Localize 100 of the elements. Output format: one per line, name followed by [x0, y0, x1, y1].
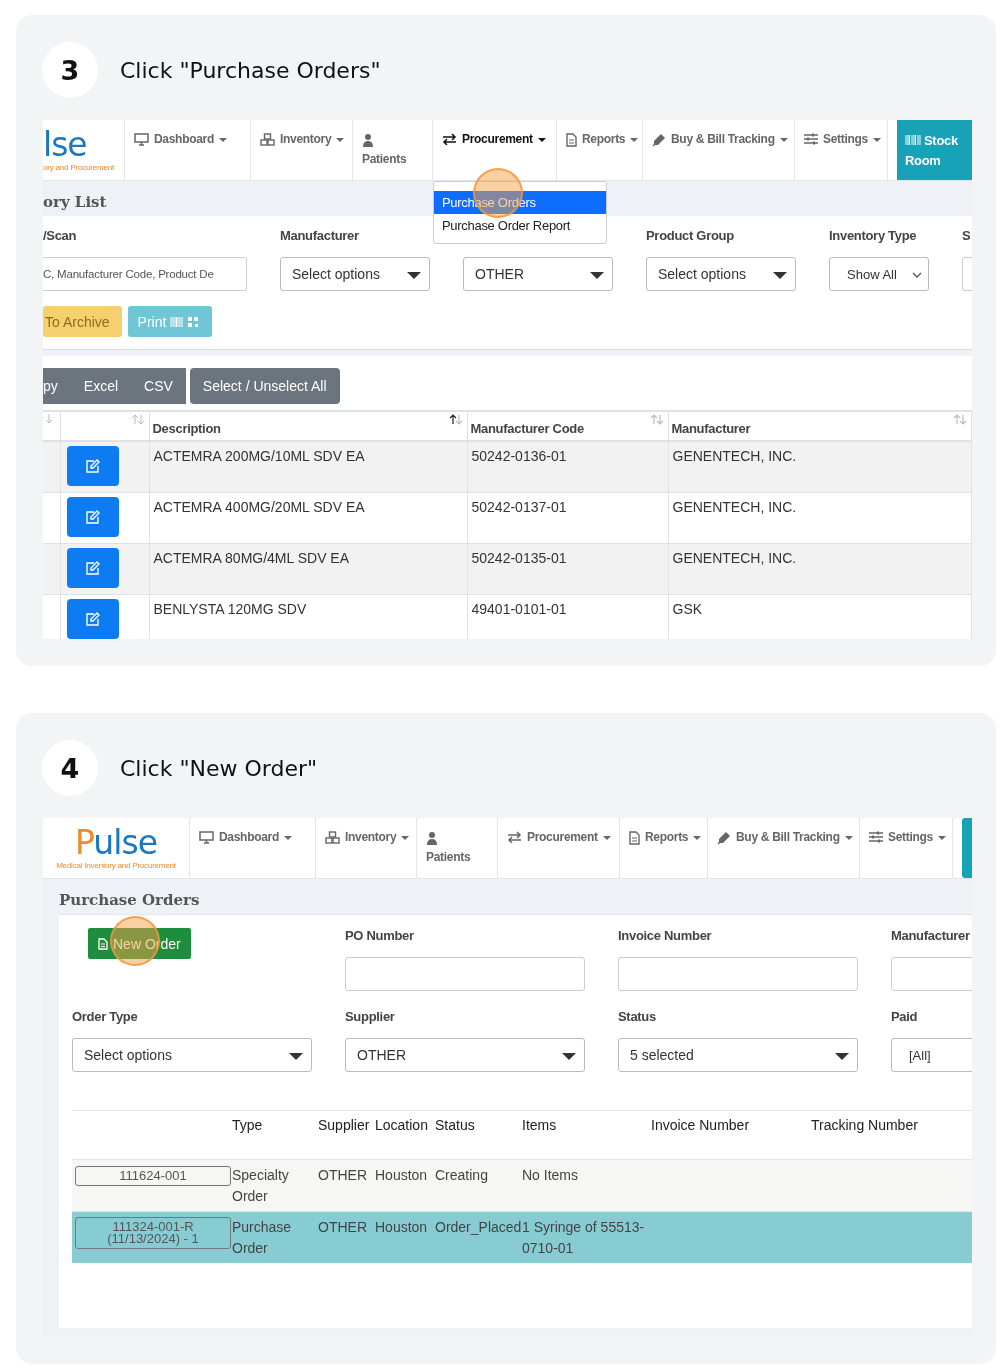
- nav-item[interactable]: Settings: [804, 132, 881, 146]
- table-row[interactable]: 111324-001-R (11/13/2024) - 1 Purchase Order OTHER Houston Order_Placed1 Syringe of 55513-0710-01: [72, 1211, 972, 1263]
- filter-label: Status: [618, 1009, 657, 1026]
- syringe-icon: [652, 133, 666, 147]
- sliders-icon: [804, 133, 818, 145]
- caret-icon: [693, 836, 702, 840]
- table-cell: ACTEMRA 80MG/4ML SDV EA: [153, 550, 350, 566]
- caret-icon: [630, 138, 639, 142]
- filter-label: PO Number: [345, 928, 415, 945]
- caret-icon: [336, 138, 345, 142]
- edit-button[interactable]: [66, 446, 119, 486]
- table-cell-text: Houston: [375, 1218, 429, 1237]
- input-field[interactable]: [618, 957, 858, 991]
- nav-item[interactable]: Patients: [362, 132, 407, 166]
- table-cell: 50242-0137-01: [471, 499, 567, 515]
- nav-item[interactable]: Patients: [426, 830, 471, 864]
- table-cell-text: No Items: [522, 1166, 579, 1185]
- caret-icon: [937, 836, 946, 840]
- sort-icon[interactable]: [448, 414, 463, 425]
- select-field[interactable]: 5 selected: [618, 1038, 858, 1072]
- caret-icon: [537, 138, 546, 142]
- nav-item[interactable]: Procurement: [507, 830, 611, 844]
- stock-room-button[interactable]: [962, 818, 972, 878]
- caret-icon: [872, 138, 881, 142]
- table-cell-text: Specialty Order: [232, 1166, 290, 1206]
- column-header[interactable]: Invoice Number: [651, 1117, 750, 1133]
- column-header[interactable]: Description: [152, 421, 221, 440]
- document-icon: [98, 937, 108, 950]
- nav-item[interactable]: Settings: [869, 830, 946, 844]
- column-header[interactable]: Items: [522, 1117, 557, 1133]
- logo[interactable]: Pulse: [75, 826, 157, 859]
- po-number-button[interactable]: 111324-001-R (11/13/2024) - 1: [75, 1217, 231, 1249]
- stock-room-button[interactable]: Stock Room: [897, 120, 972, 180]
- select-field[interactable]: OTHER: [345, 1038, 585, 1072]
- input-field[interactable]: [345, 957, 585, 991]
- nav-item[interactable]: Dashboard: [134, 132, 227, 146]
- sliders-icon: [869, 831, 883, 843]
- edit-button[interactable]: [66, 599, 119, 639]
- select-field[interactable]: Show All: [829, 257, 929, 291]
- menu-item[interactable]: Purchase Order Report: [434, 214, 606, 237]
- nav-item[interactable]: Buy & Bill Tracking: [652, 132, 788, 147]
- edit-button[interactable]: [66, 497, 119, 537]
- edit-button[interactable]: [66, 548, 119, 588]
- logo[interactable]: lse: [43, 128, 124, 161]
- column-header[interactable]: Supplier: [318, 1117, 370, 1133]
- table-cell-text: 1 Syringe of 55513-0710-01: [522, 1218, 646, 1258]
- table-cell-text: Purchase Order: [232, 1218, 293, 1258]
- table-cell: ACTEMRA 200MG/10ML SDV EA: [153, 448, 365, 464]
- edit-icon: [84, 611, 101, 627]
- caret-icon: [401, 836, 410, 840]
- monitor-icon: [199, 831, 214, 844]
- table-cell: GENENTECH, INC.: [672, 448, 797, 464]
- caret-icon: [219, 138, 227, 142]
- select-all-button[interactable]: Select / Unselect All: [189, 368, 340, 404]
- table-cell: 49401-0101-01: [471, 601, 567, 617]
- nav-item[interactable]: Reports: [566, 132, 639, 147]
- person-icon: [362, 133, 374, 148]
- column-header[interactable]: Type: [232, 1117, 263, 1133]
- po-number-button[interactable]: 111624-001: [75, 1166, 231, 1186]
- document-icon: [629, 831, 640, 845]
- column-header[interactable]: Manufacturer: [671, 421, 751, 440]
- select-field[interactable]: Select options: [646, 257, 796, 291]
- column-header[interactable]: Status: [435, 1117, 475, 1133]
- select-field[interactable]: Select options: [280, 257, 430, 291]
- table-cell: 50242-0136-01: [471, 448, 567, 464]
- table-cell: ACTEMRA 400MG/20ML SDV EA: [153, 499, 365, 515]
- table-cell: GSK: [672, 601, 703, 617]
- filter-label: Manufacturer: [280, 228, 360, 245]
- step-title: Click "New Order": [120, 755, 318, 781]
- nav-item[interactable]: Reports: [629, 830, 702, 845]
- caret-icon: [284, 836, 292, 840]
- nav-item[interactable]: Inventory: [325, 830, 410, 844]
- search-field[interactable]: C, Manufacturer Code, Product De: [43, 257, 247, 291]
- table-cell-text: OTHER: [318, 1166, 368, 1185]
- barcode-icon: [170, 315, 201, 328]
- nav-item[interactable]: Buy & Bill Tracking: [717, 830, 853, 845]
- table-cell: BENLYSTA 120MG SDV: [153, 601, 307, 617]
- column-header[interactable]: Location: [375, 1117, 428, 1133]
- edit-icon: [84, 509, 101, 525]
- barcode-icon: [905, 135, 921, 145]
- logo-tagline: ory and Procurement: [43, 163, 115, 172]
- cubes-icon: [260, 133, 275, 146]
- table-row[interactable]: 111624-001 Specialty Order OTHER Houston Creating No Items: [72, 1159, 972, 1211]
- filter-label: Invoice Number: [618, 928, 713, 945]
- nav-item[interactable]: Inventory: [260, 132, 345, 146]
- select-field[interactable]: Select options: [72, 1038, 312, 1072]
- archive-button[interactable]: To Archive: [43, 306, 122, 337]
- nav-item[interactable]: Procurement: [442, 132, 546, 146]
- logo-tagline: Medical Inventory and Procurement: [56, 861, 176, 870]
- table-cell-text: OTHER: [318, 1218, 368, 1237]
- input-field[interactable]: [891, 957, 972, 991]
- edit-icon: [84, 458, 101, 474]
- cubes-icon: [325, 831, 340, 844]
- select-field[interactable]: OTHER: [463, 257, 613, 291]
- document-icon: [566, 133, 577, 147]
- page-title: Purchase Orders: [59, 893, 200, 908]
- column-header[interactable]: Tracking Number: [811, 1117, 918, 1133]
- select-field[interactable]: [All]: [891, 1038, 972, 1072]
- nav-item[interactable]: Dashboard: [199, 830, 292, 844]
- table-cell-text: Creating: [435, 1166, 489, 1185]
